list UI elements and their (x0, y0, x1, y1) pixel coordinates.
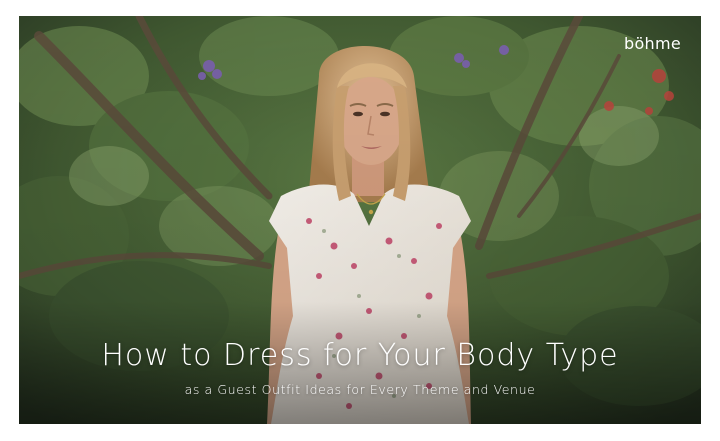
hero-subheadline: as a Guest Outfit Ideas for Every Theme … (184, 382, 536, 397)
brand-logo[interactable]: böhme (624, 34, 681, 53)
hero-headline: How to Dress for Your Body Type (101, 338, 619, 373)
hero-banner: böhme How to Dress for Your Body Type as… (19, 16, 701, 424)
